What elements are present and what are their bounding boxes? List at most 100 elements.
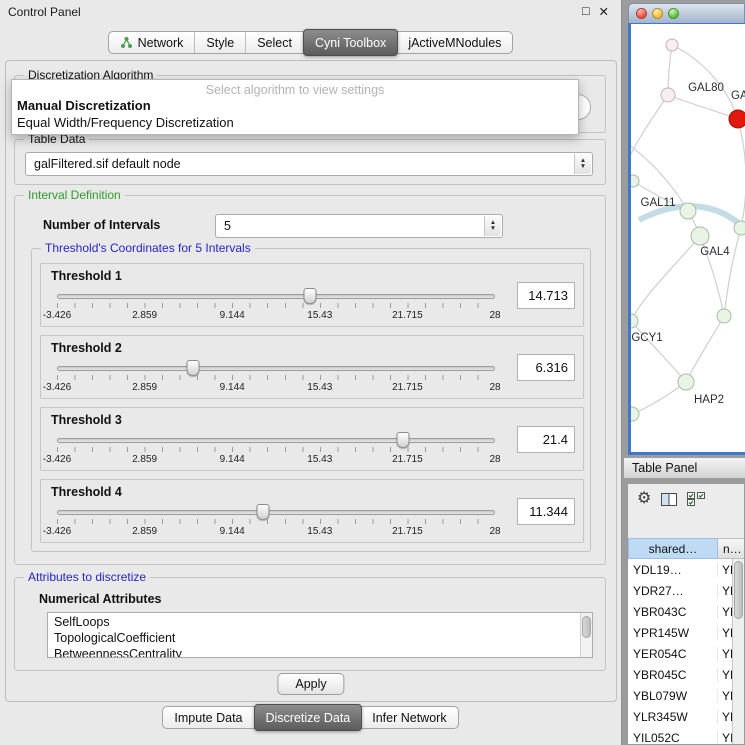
node-label: GAL4 xyxy=(700,246,730,258)
select-checks-icon[interactable] xyxy=(687,492,706,506)
network-node[interactable] xyxy=(666,39,678,51)
table-row[interactable]: YBR045CYBR0… xyxy=(628,664,744,685)
algorithm-option-equal-width[interactable]: Equal Width/Frequency Discretization xyxy=(12,114,578,131)
stepper-down-icon: ▼ xyxy=(490,226,496,232)
list-item[interactable]: SelfLoops xyxy=(48,614,592,630)
columns-icon[interactable] xyxy=(661,493,677,506)
num-intervals-select[interactable]: 5 ▲ ▼ xyxy=(215,214,503,238)
network-node[interactable] xyxy=(717,309,731,323)
tab-network[interactable]: Network xyxy=(109,32,196,53)
tick-label: 15.43 xyxy=(307,454,332,465)
list-item[interactable]: TopologicalCoefficient xyxy=(48,630,592,646)
network-node[interactable] xyxy=(734,221,745,235)
slider-track[interactable] xyxy=(57,294,495,299)
list-scrollbar[interactable] xyxy=(580,613,592,657)
threshold-slider[interactable]: -3.4262.8599.14415.4321.71528 xyxy=(57,431,495,469)
network-node[interactable] xyxy=(631,314,638,328)
column-header-name[interactable]: n… xyxy=(718,538,744,559)
threshold-slider[interactable]: -3.4262.8599.14415.4321.71528 xyxy=(57,287,495,325)
threshold-label: Threshold 3 xyxy=(51,413,122,427)
tab-style[interactable]: Style xyxy=(195,32,246,53)
table-row[interactable]: YLR345WYLR3… xyxy=(628,706,744,727)
tab-label: Cyni Toolbox xyxy=(315,36,386,50)
zoom-traffic-light-icon[interactable] xyxy=(668,8,679,19)
bottom-tab-bar: Impute Data Discretize Data Infer Networ… xyxy=(0,706,621,729)
threshold-value-box[interactable]: 11.344 xyxy=(517,498,575,525)
threshold-slider[interactable]: -3.4262.8599.14415.4321.71528 xyxy=(57,503,495,541)
tab-cyni-toolbox[interactable]: Cyni Toolbox xyxy=(303,29,398,56)
network-node[interactable] xyxy=(678,374,694,390)
threshold-slider[interactable]: -3.4262.8599.14415.4321.71528 xyxy=(57,359,495,397)
threshold-value-box[interactable]: 14.713 xyxy=(517,282,575,309)
slider-ticks xyxy=(57,447,495,452)
apply-button[interactable]: Apply xyxy=(277,673,344,695)
num-intervals-label: Number of Intervals xyxy=(43,218,160,232)
stepper-icon[interactable]: ▲ ▼ xyxy=(484,216,501,236)
tick-label: 9.144 xyxy=(220,454,245,465)
threshold-value-box[interactable]: 6.316 xyxy=(517,354,575,381)
slider-track[interactable] xyxy=(57,438,495,443)
close-icon[interactable]: ✕ xyxy=(599,4,609,19)
table-row[interactable]: YIL052CYIL0… xyxy=(628,727,744,745)
network-node[interactable] xyxy=(680,203,696,219)
slider-thumb[interactable] xyxy=(303,288,316,304)
float-window-icon[interactable]: □ xyxy=(582,4,590,19)
tab-impute-data[interactable]: Impute Data xyxy=(163,707,254,728)
table-row[interactable]: YDL19…YDL1… xyxy=(628,559,744,580)
tick-label: 21.715 xyxy=(392,310,423,321)
minimize-traffic-light-icon[interactable] xyxy=(652,8,663,19)
node-label: GCY1 xyxy=(631,332,662,344)
close-traffic-light-icon[interactable] xyxy=(636,8,647,19)
stepper-icon[interactable]: ▲ ▼ xyxy=(574,154,591,174)
numerical-attributes-heading: Numerical Attributes xyxy=(39,592,161,606)
tick-label: -3.426 xyxy=(43,526,71,537)
network-node[interactable] xyxy=(631,175,639,187)
slider-track[interactable] xyxy=(57,510,495,515)
tick-label: -3.426 xyxy=(43,382,71,393)
tab-jactivemodules[interactable]: jActiveMNodules xyxy=(397,32,512,53)
group-title: Interval Definition xyxy=(24,188,125,202)
table-row[interactable]: YDR27…YDR2… xyxy=(628,580,744,601)
table-data-select[interactable]: galFiltered.sif default node ▲ ▼ xyxy=(25,152,593,176)
slider-thumb[interactable] xyxy=(186,360,199,376)
tick-label: 2.859 xyxy=(132,382,157,393)
list-item[interactable]: BetweennessCentrality xyxy=(48,646,592,658)
table-row[interactable]: YER054CYER0… xyxy=(628,643,744,664)
network-window-titlebar[interactable] xyxy=(628,3,745,23)
tick-label: 2.859 xyxy=(132,526,157,537)
column-header-shared-name[interactable]: shared… xyxy=(628,538,718,559)
scrollbar-thumb[interactable] xyxy=(582,616,591,638)
threshold-panel: Threshold 1 -3.4262.8599.14415.4321.7152… xyxy=(40,263,584,327)
attributes-group: Attributes to discretize Numerical Attri… xyxy=(14,577,606,671)
cell: YIL052C xyxy=(628,731,718,745)
network-node-selected-red[interactable] xyxy=(729,110,745,128)
tab-discretize-data[interactable]: Discretize Data xyxy=(254,704,363,731)
scrollbar-thumb[interactable] xyxy=(734,561,743,619)
gear-icon[interactable]: ⚙ xyxy=(637,491,651,507)
tick-label: 15.43 xyxy=(307,310,332,321)
table-row[interactable]: YBL079WYBL0… xyxy=(628,685,744,706)
network-node[interactable] xyxy=(691,227,709,245)
tick-label: 28 xyxy=(489,310,500,321)
table-scrollbar[interactable] xyxy=(732,559,744,744)
threshold-value-box[interactable]: 21.4 xyxy=(517,426,575,453)
tab-select[interactable]: Select xyxy=(246,32,304,53)
top-tab-bar: Network Style Select Cyni Toolbox jActiv… xyxy=(0,31,621,54)
slider-thumb[interactable] xyxy=(397,432,410,448)
table-data-group: Table Data galFiltered.sif default node … xyxy=(14,139,606,185)
network-view-window: GAL80 GA GAL11 GAL4 GCY1 HAP2 xyxy=(628,3,745,455)
tab-infer-network[interactable]: Infer Network xyxy=(361,707,457,728)
slider-track[interactable] xyxy=(57,366,495,371)
cell: YER054C xyxy=(628,647,718,661)
tab-label: Infer Network xyxy=(372,711,446,725)
tick-label: 21.715 xyxy=(392,454,423,465)
algorithm-option-manual[interactable]: Manual Discretization xyxy=(12,97,578,114)
network-node[interactable] xyxy=(661,88,675,102)
table-row[interactable]: YBR043CYBR0… xyxy=(628,601,744,622)
network-canvas[interactable]: GAL80 GA GAL11 GAL4 GCY1 HAP2 xyxy=(628,23,745,455)
slider-thumb[interactable] xyxy=(256,504,269,520)
network-node[interactable] xyxy=(631,407,639,421)
tab-label: jActiveMNodules xyxy=(408,36,501,50)
table-row[interactable]: YPR145WYPR1… xyxy=(628,622,744,643)
table-data-value: galFiltered.sif default node xyxy=(34,157,181,171)
